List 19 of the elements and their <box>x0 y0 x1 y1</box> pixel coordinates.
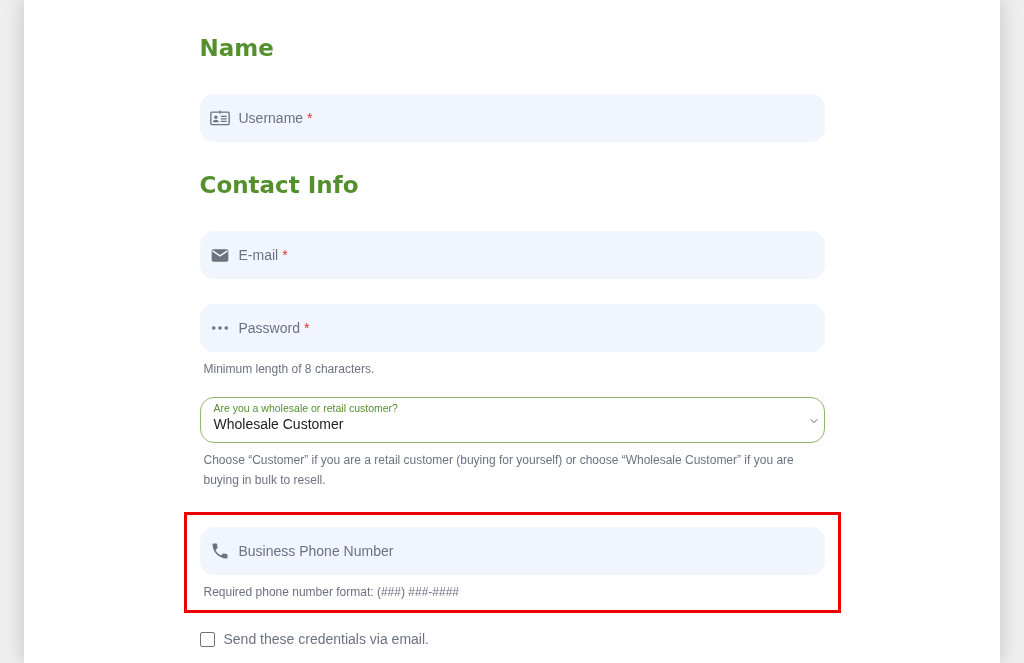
input-field[interactable]: E-mail * <box>199 231 825 279</box>
id-card-icon <box>209 108 230 128</box>
help-text: Required phone number format: (###) ###-#### <box>203 584 460 601</box>
help-text: Minimum length of 8 characters. <box>203 361 376 378</box>
input-field[interactable]: Business Phone Number <box>199 527 825 575</box>
checkbox-label: Send these credentials via email. <box>223 631 429 647</box>
field-placeholder: Business Phone Number <box>238 543 394 559</box>
section-heading: Name <box>199 34 275 63</box>
customer-type-select[interactable]: Are you a wholesale or retail customer? Wholesale Customer <box>199 397 825 443</box>
input-field[interactable]: Password * <box>199 304 825 352</box>
checkbox[interactable] <box>199 631 215 647</box>
field-placeholder: Username * <box>238 110 313 126</box>
input-field[interactable]: Username * <box>199 94 825 142</box>
field-placeholder: E-mail * <box>238 247 288 263</box>
dots-icon <box>211 326 228 330</box>
section-heading: Contact Info <box>199 171 360 200</box>
help-text: Choose “Customer” if you are a retail customer (buying for yourself) or choose “Wholesale Customer” if you are buying in bulk to resell. <box>203 452 795 489</box>
field-placeholder: Password * <box>238 320 310 336</box>
chevron-icon <box>809 418 818 424</box>
